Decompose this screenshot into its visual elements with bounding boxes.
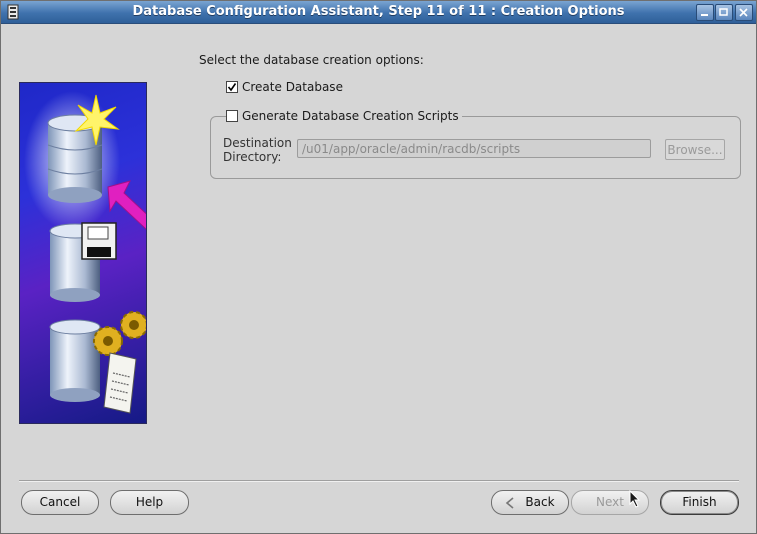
back-button-label: Back [525,495,555,509]
creation-options-prompt: Select the database creation options: [199,53,424,67]
finish-button[interactable]: Finish [660,490,739,515]
help-button[interactable]: Help [110,490,189,515]
footer-separator [19,480,739,482]
title-bar[interactable]: Database Configuration Assistant, Step 1… [1,1,756,24]
back-button[interactable]: Back [491,490,569,515]
mouse-pointer-icon [629,490,641,508]
close-button[interactable] [735,4,753,21]
window-title: Database Configuration Assistant, Step 1… [132,4,625,19]
maximize-icon [719,8,728,16]
arrow-icon [107,180,146,230]
destination-directory-label: Destination Directory: [223,136,292,164]
floppy-disk-icon [81,222,117,260]
chevron-left-icon [506,496,514,509]
destination-directory-input[interactable]: /u01/app/oracle/admin/racdb/scripts [297,139,651,158]
generate-scripts-option[interactable]: Generate Database Creation Scripts [226,109,462,123]
create-database-option[interactable]: Create Database [226,80,343,94]
gear-icon [93,311,146,356]
minimize-button[interactable] [696,4,714,21]
dialog-window: Database Configuration Assistant, Step 1… [0,0,757,534]
generate-scripts-checkbox[interactable] [226,110,238,122]
wizard-illustration [19,82,147,424]
create-database-checkbox[interactable] [226,81,238,93]
destination-label-line1: Destination [223,136,292,150]
close-icon [739,8,748,17]
cancel-button[interactable]: Cancel [21,490,99,515]
destination-label-line2: Directory: [223,150,282,164]
checkmark-icon [227,83,237,92]
maximize-button[interactable] [715,4,733,21]
browse-button[interactable]: Browse... [665,139,725,160]
database-scripts-icon [49,319,101,402]
generate-scripts-label: Generate Database Creation Scripts [242,109,459,123]
create-database-label: Create Database [242,80,343,94]
minimize-icon [701,14,708,16]
sql-script-icon [103,352,137,414]
